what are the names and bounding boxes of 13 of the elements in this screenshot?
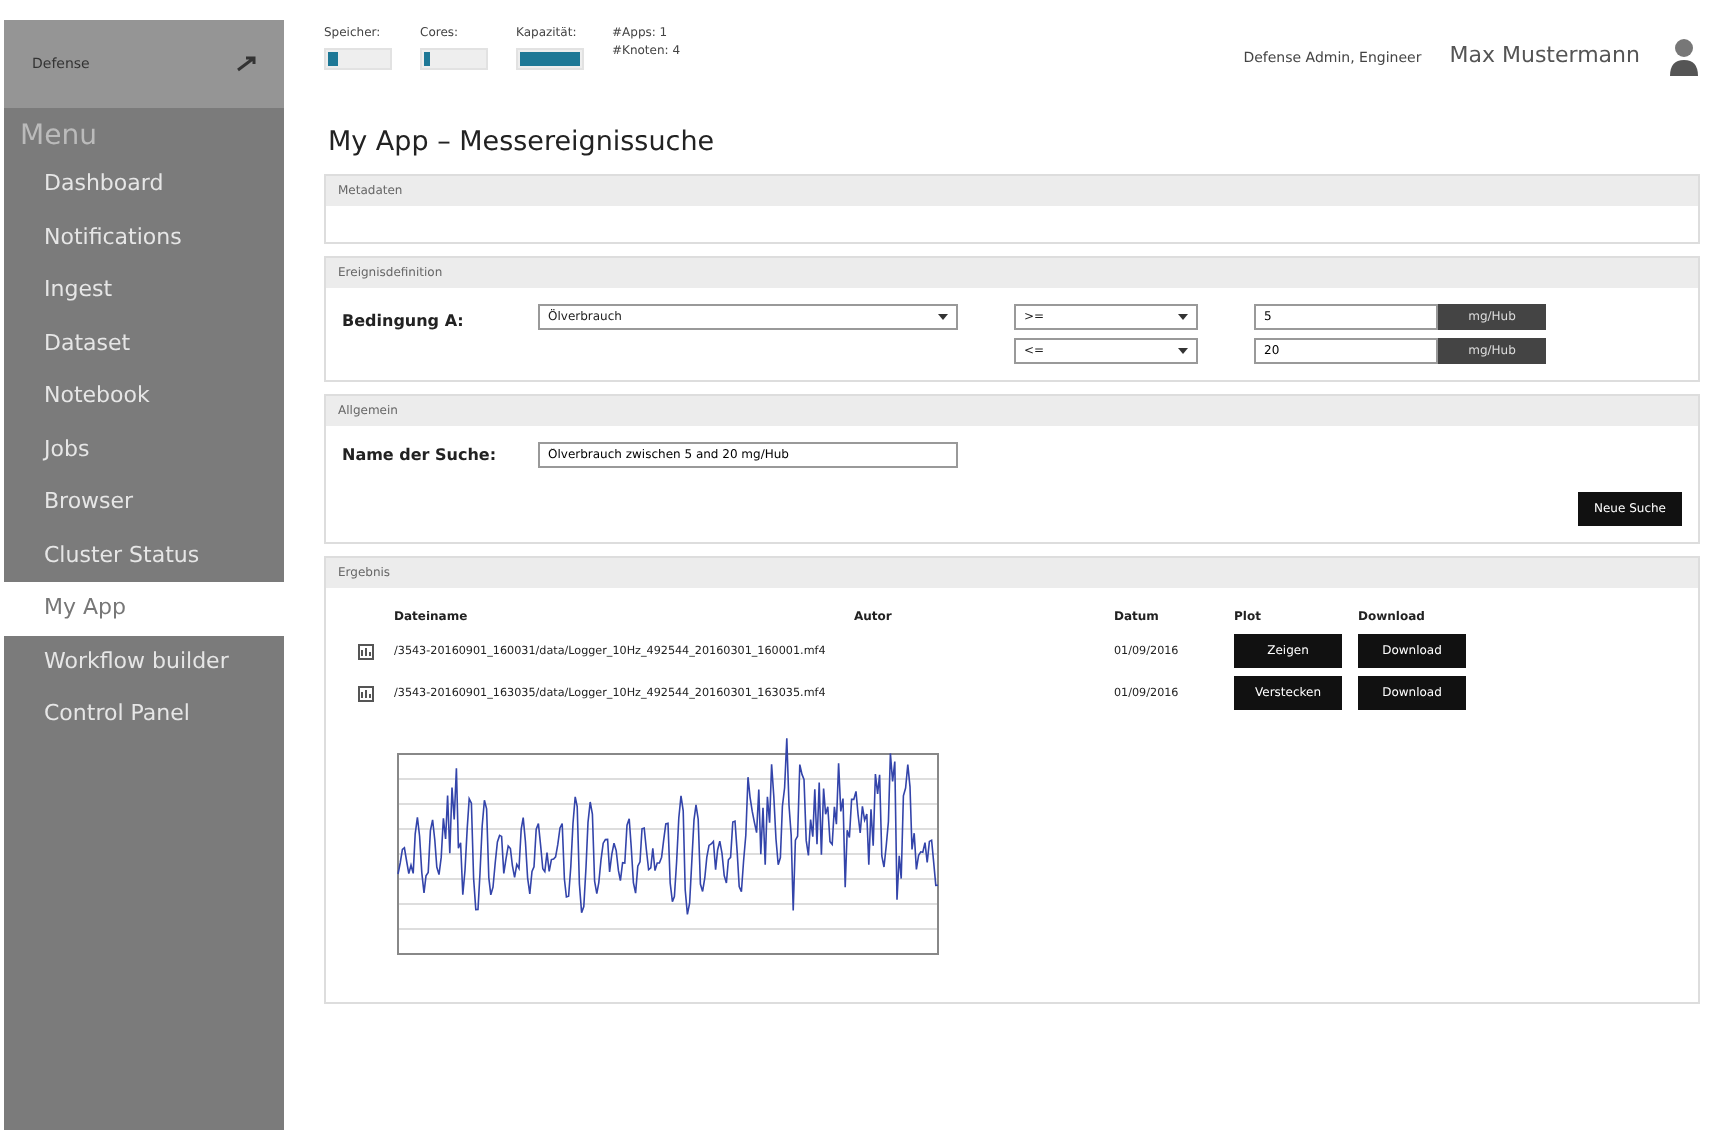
field-label: Name der Suche:	[342, 443, 499, 468]
file-icon	[358, 643, 374, 660]
avatar-icon	[1668, 36, 1700, 76]
menu-heading: Menu	[18, 118, 99, 156]
user-name: Max Mustermann	[1449, 40, 1640, 72]
sidebar-item[interactable]: My App	[4, 582, 284, 635]
expand-icon[interactable]	[236, 56, 256, 72]
caret-icon	[1178, 314, 1188, 321]
field-label: Bedingung A:	[342, 310, 466, 335]
caret-icon	[938, 314, 948, 321]
page-title: My App – Messereignissuche	[328, 124, 717, 162]
caret-icon	[1178, 348, 1188, 355]
file-icon	[358, 685, 374, 702]
